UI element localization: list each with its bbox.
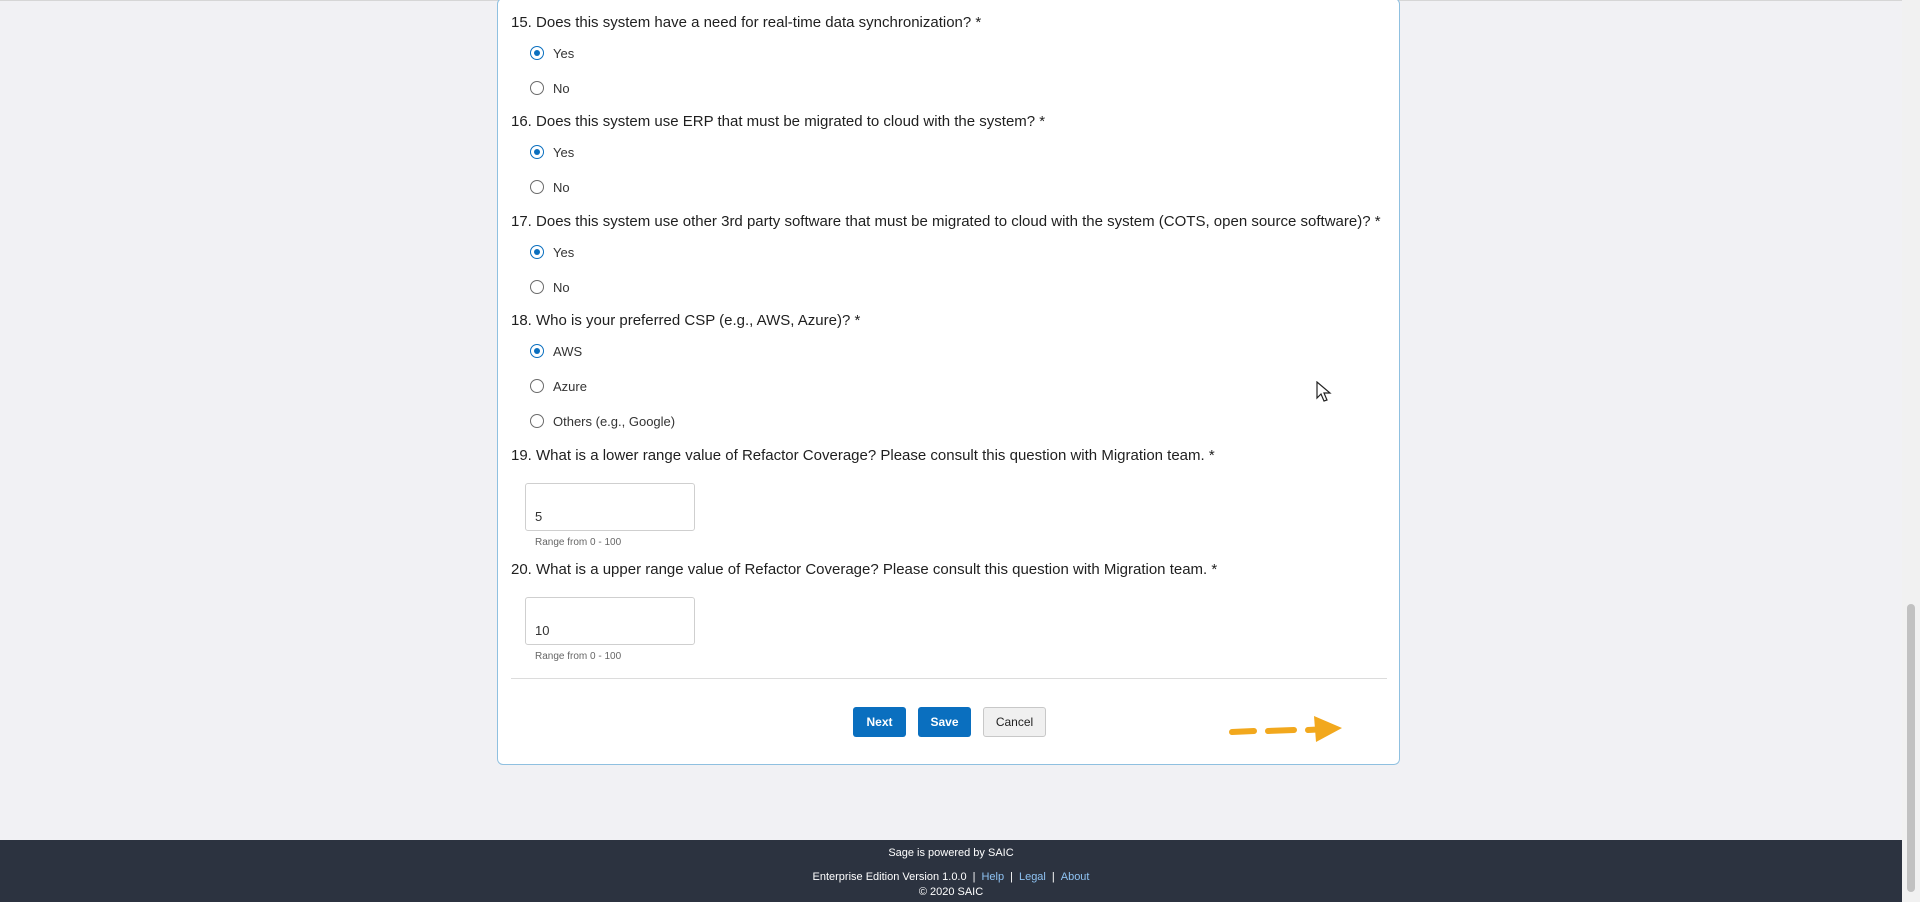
form-divider bbox=[511, 678, 1387, 679]
option-label: No bbox=[553, 279, 570, 295]
separator: | bbox=[1010, 871, 1013, 883]
option-label: No bbox=[553, 80, 570, 96]
scrollbar-thumb[interactable] bbox=[1907, 604, 1915, 892]
separator: | bbox=[1051, 871, 1055, 883]
option-label: AWS bbox=[553, 343, 583, 359]
option-label: Yes bbox=[553, 45, 575, 61]
option-label: Others (e.g., Google) bbox=[553, 413, 676, 429]
q16-option-yes[interactable]: Yes bbox=[530, 143, 574, 161]
range-hint: Range from 0 - 100 bbox=[535, 537, 622, 548]
radio-unchecked-icon[interactable] bbox=[530, 180, 544, 194]
copyright-text: © 2020 SAIC bbox=[918, 886, 984, 898]
edition-text: Enterprise Edition Version 1.0.0 bbox=[812, 871, 967, 883]
question-20-label: 20. What is a upper range value of Refac… bbox=[511, 561, 1218, 578]
range-hint: Range from 0 - 100 bbox=[535, 651, 622, 662]
question-17-label: 17. Does this system use other 3rd party… bbox=[511, 213, 1381, 230]
separator: | bbox=[972, 871, 976, 883]
q18-option-others[interactable]: Others (e.g., Google) bbox=[530, 412, 675, 430]
question-16-label: 16. Does this system use ERP that must b… bbox=[511, 113, 1046, 130]
radio-unchecked-icon[interactable] bbox=[530, 280, 544, 294]
option-label: Yes bbox=[553, 144, 575, 160]
q18-option-azure[interactable]: Azure bbox=[530, 377, 587, 395]
radio-unchecked-icon[interactable] bbox=[530, 379, 544, 393]
radio-checked-icon[interactable] bbox=[530, 145, 544, 159]
save-button[interactable]: Save bbox=[918, 707, 971, 737]
q17-option-yes[interactable]: Yes bbox=[530, 243, 574, 261]
q15-option-no[interactable]: No bbox=[530, 79, 570, 97]
refactor-upper-range-input[interactable] bbox=[525, 597, 695, 645]
q15-option-yes[interactable]: Yes bbox=[530, 44, 574, 62]
cancel-button[interactable]: Cancel bbox=[983, 707, 1046, 737]
dashed-arrow-icon bbox=[1229, 716, 1342, 742]
radio-unchecked-icon[interactable] bbox=[530, 414, 544, 428]
q18-option-aws[interactable]: AWS bbox=[530, 342, 582, 360]
radio-unchecked-icon[interactable] bbox=[530, 81, 544, 95]
q17-option-no[interactable]: No bbox=[530, 278, 570, 296]
radio-checked-icon[interactable] bbox=[530, 46, 544, 60]
radio-checked-icon[interactable] bbox=[530, 344, 544, 358]
footer: Sage is powered by SAIC Enterprise Editi… bbox=[0, 840, 1902, 902]
mouse-cursor-icon bbox=[1316, 381, 1332, 402]
radio-checked-icon[interactable] bbox=[530, 245, 544, 259]
option-label: No bbox=[553, 179, 570, 195]
option-label: Yes bbox=[553, 244, 575, 260]
help-link[interactable]: Help bbox=[981, 871, 1004, 883]
questionnaire-form: 15. Does this system have a need for rea… bbox=[497, 0, 1400, 765]
q16-option-no[interactable]: No bbox=[530, 178, 570, 196]
option-label: Azure bbox=[553, 378, 587, 394]
legal-link[interactable]: Legal bbox=[1019, 871, 1046, 883]
next-button[interactable]: Next bbox=[853, 707, 906, 737]
powered-by-text: Sage is powered by SAIC bbox=[888, 847, 1014, 859]
about-link[interactable]: About bbox=[1061, 871, 1090, 883]
question-19-label: 19. What is a lower range value of Refac… bbox=[511, 447, 1215, 464]
question-18-label: 18. Who is your preferred CSP (e.g., AWS… bbox=[511, 312, 861, 329]
page: 15. Does this system have a need for rea… bbox=[0, 0, 1920, 902]
question-15-label: 15. Does this system have a need for rea… bbox=[511, 14, 982, 31]
vertical-scrollbar[interactable] bbox=[1902, 0, 1920, 902]
refactor-lower-range-input[interactable] bbox=[525, 483, 695, 531]
footer-links-row: Enterprise Edition Version 1.0.0 | Help | Le… bbox=[0, 871, 1902, 883]
